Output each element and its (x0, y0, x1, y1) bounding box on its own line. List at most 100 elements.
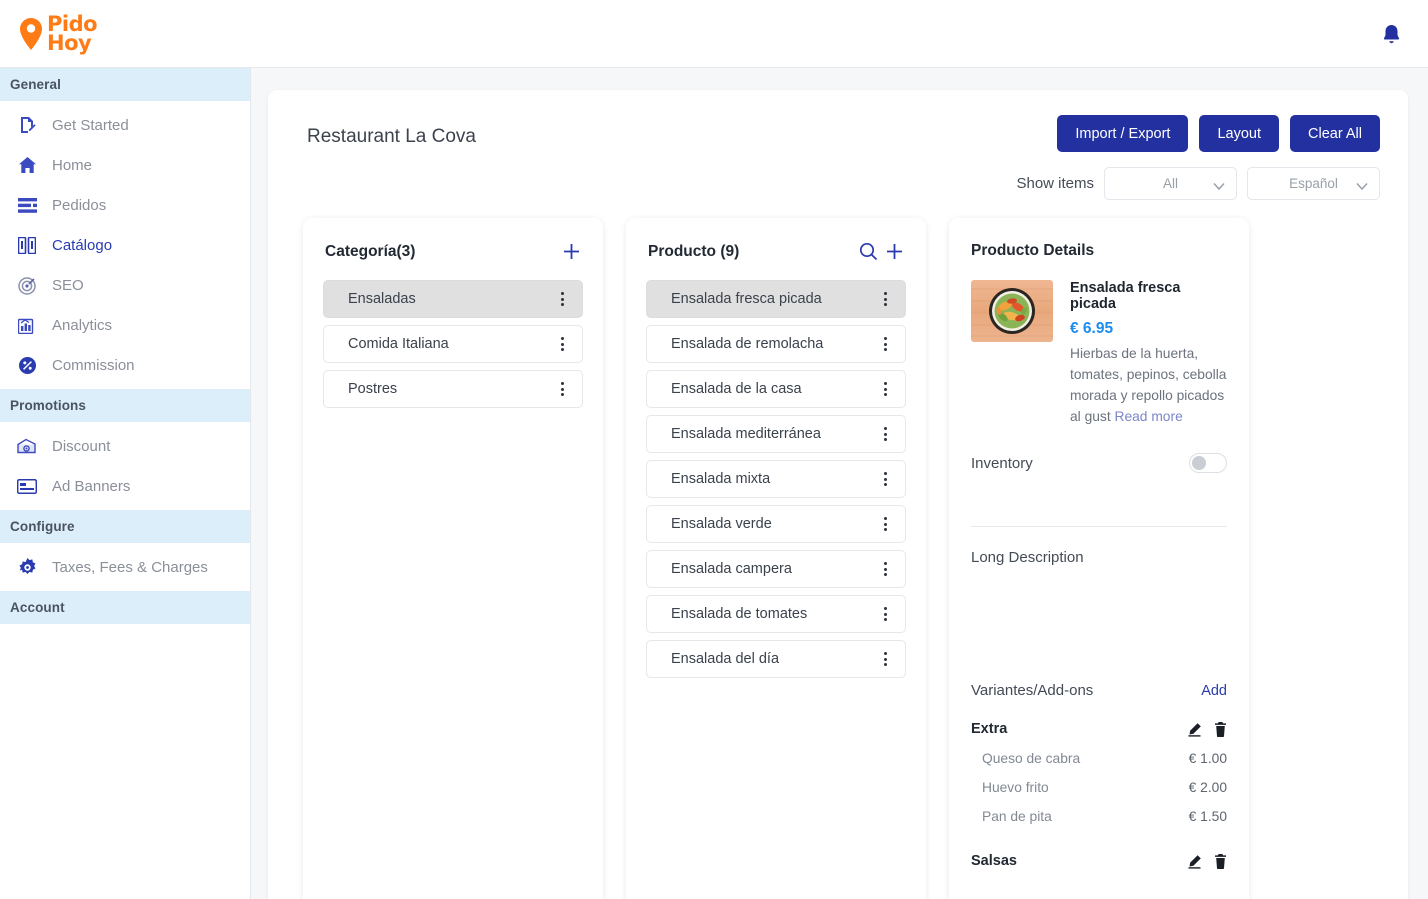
variant-option-price: € 1.00 (1188, 751, 1227, 766)
product-detail-price: € 6.95 (1070, 320, 1114, 337)
category-list-item[interactable]: Comida Italiana (323, 325, 583, 363)
sidebar-item-label: Get Started (52, 116, 129, 134)
category-list-item[interactable]: Postres (323, 370, 583, 408)
sidebar-item-label: Pedidos (52, 196, 107, 214)
product-list-item[interactable]: Ensalada fresca picada (646, 280, 906, 318)
language-select[interactable]: Español (1247, 167, 1380, 200)
product-item-label: Ensalada verde (671, 516, 772, 532)
product-item-label: Ensalada campera (671, 561, 792, 577)
add-product-plus-icon[interactable] (885, 242, 904, 261)
notification-bell-icon[interactable] (1378, 21, 1404, 47)
add-variant-link[interactable]: Add (1201, 683, 1227, 699)
catalog-columns-icon (16, 234, 38, 256)
product-item-menu-icon[interactable] (878, 513, 893, 535)
show-items-select[interactable]: All (1104, 167, 1237, 200)
search-icon[interactable] (859, 242, 878, 261)
product-list-item[interactable]: Ensalada del día (646, 640, 906, 678)
pencil-icon[interactable] (1187, 854, 1202, 869)
read-more-link[interactable]: Read more (1115, 409, 1183, 424)
category-panel-title: Categoría(3) (325, 242, 416, 260)
add-category-plus-icon[interactable] (562, 242, 581, 261)
variant-option-row[interactable]: Huevo frito € 2.00 (971, 780, 1227, 795)
sidebar-section-general: General (0, 68, 250, 101)
product-item-menu-icon[interactable] (878, 333, 893, 355)
product-item-label: Ensalada mixta (671, 471, 771, 487)
sidebar-item-pedidos[interactable]: Pedidos (0, 185, 250, 225)
trash-icon[interactable] (1214, 721, 1227, 737)
variant-option-row[interactable]: Queso de cabra € 1.00 (971, 751, 1227, 766)
category-list-item[interactable]: Ensaladas (323, 280, 583, 318)
sidebar-item-seo[interactable]: SEO (0, 265, 250, 305)
percent-badge-icon (16, 354, 38, 376)
product-panel-header: Producto (9) (626, 218, 926, 261)
product-item-label: Ensalada fresca picada (671, 291, 822, 307)
product-info: Ensalada fresca picada € 6.95 Hierbas de… (1070, 280, 1227, 427)
sidebar-item-label: Commission (52, 356, 135, 374)
inventory-toggle[interactable] (1189, 453, 1227, 473)
product-item-menu-icon[interactable] (878, 648, 893, 670)
product-item-menu-icon[interactable] (878, 423, 893, 445)
product-list-item[interactable]: Ensalada de la casa (646, 370, 906, 408)
clear-all-button[interactable]: Clear All (1290, 115, 1380, 152)
sidebar-item-get-started[interactable]: Get Started (0, 105, 250, 145)
sidebar-item-label: Taxes, Fees & Charges (52, 558, 208, 576)
category-item-menu-icon[interactable] (555, 378, 570, 400)
product-item-label: Ensalada mediterránea (671, 426, 821, 442)
logo-text-line2: Hoy (47, 30, 92, 55)
sidebar-section-promotions: Promotions (0, 389, 250, 422)
product-item-menu-icon[interactable] (878, 603, 893, 625)
product-details-body: Ensalada fresca picada € 6.95 Hierbas de… (949, 260, 1249, 869)
category-item-label: Ensaladas (348, 291, 416, 307)
product-details-header: Producto Details (949, 218, 1249, 260)
page-title: Restaurant La Cova (307, 126, 476, 147)
app-logo[interactable]: Pido Hoy (18, 14, 98, 55)
variant-group-header: Extra (971, 721, 1227, 737)
variant-group-header: Salsas (971, 853, 1227, 869)
product-details-title: Producto Details (971, 242, 1095, 259)
product-item-label: Ensalada del día (671, 651, 780, 667)
sidebar-item-catalogo[interactable]: Catálogo (0, 225, 250, 265)
category-list: Ensaladas Comida Italiana Postres (303, 261, 603, 408)
variant-option-label: Queso de cabra (982, 751, 1081, 766)
variant-group-actions (1187, 853, 1227, 869)
header-action-buttons: Import / Export Layout Clear All (1057, 115, 1380, 152)
ad-banner-icon (16, 475, 38, 497)
product-item-menu-icon[interactable] (878, 468, 893, 490)
sidebar-item-commission[interactable]: Commission (0, 345, 250, 385)
product-item-menu-icon[interactable] (878, 378, 893, 400)
sidebar-item-home[interactable]: Home (0, 145, 250, 185)
sidebar-item-taxes-fees-charges[interactable]: Taxes, Fees & Charges (0, 547, 250, 587)
product-list-item[interactable]: Ensalada de tomates (646, 595, 906, 633)
variant-group-name: Extra (971, 721, 1008, 737)
product-detail-name: Ensalada fresca picada (1070, 280, 1181, 312)
product-list-item[interactable]: Ensalada mediterránea (646, 415, 906, 453)
main-content: Restaurant La Cova Import / Export Layou… (251, 68, 1428, 899)
product-panel: Producto (9) Ensalada fresca picada Ensa… (626, 218, 926, 899)
sidebar-group-promotions: Discount Ad Banners (0, 422, 250, 510)
sidebar-item-analytics[interactable]: Analytics (0, 305, 250, 345)
trash-icon[interactable] (1214, 853, 1227, 869)
sidebar-item-ad-banners[interactable]: Ad Banners (0, 466, 250, 506)
product-item-menu-icon[interactable] (878, 288, 893, 310)
sidebar-item-discount[interactable]: Discount (0, 426, 250, 466)
layout-button[interactable]: Layout (1199, 115, 1279, 152)
category-item-menu-icon[interactable] (555, 288, 570, 310)
product-list-item[interactable]: Ensalada verde (646, 505, 906, 543)
product-panel-actions (859, 242, 904, 261)
category-item-menu-icon[interactable] (555, 333, 570, 355)
sidebar-group-general: Get Started Home Pedidos Catálogo SEO An… (0, 101, 250, 389)
import-export-button[interactable]: Import / Export (1057, 115, 1189, 152)
product-summary: Ensalada fresca picada € 6.95 Hierbas de… (971, 280, 1227, 427)
product-list-item[interactable]: Ensalada mixta (646, 460, 906, 498)
product-item-menu-icon[interactable] (878, 558, 893, 580)
pencil-icon[interactable] (1187, 722, 1202, 737)
sidebar: General Get Started Home Pedidos Catálog… (0, 68, 251, 899)
product-item-label: Ensalada de la casa (671, 381, 802, 397)
sidebar-item-label: Home (52, 156, 93, 174)
product-list-item[interactable]: Ensalada de remolacha (646, 325, 906, 363)
target-icon (16, 274, 38, 296)
variant-option-label: Huevo frito (982, 780, 1049, 795)
product-list-item[interactable]: Ensalada campera (646, 550, 906, 588)
variant-option-label: Pan de pita (982, 809, 1052, 824)
variant-option-row[interactable]: Pan de pita € 1.50 (971, 809, 1227, 824)
